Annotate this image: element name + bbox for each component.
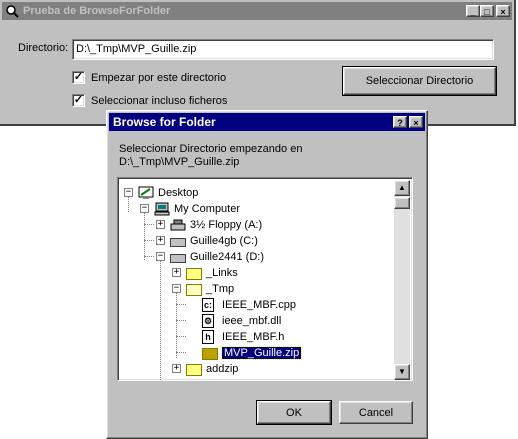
tree-scrollbar[interactable]: ▲ ▼ [394,180,410,380]
drive-icon [170,234,186,248]
maximize-button[interactable]: □ [480,5,494,17]
folder-tree[interactable]: − − + + − + − + + Desktop My Computer 3½… [117,177,413,381]
main-window: Prueba de BrowseForFolder _ □ × Director… [0,0,516,126]
folder-icon [186,266,202,280]
main-titlebar[interactable]: Prueba de BrowseForFolder _ □ × [2,2,512,20]
select-directory-button[interactable]: Seleccionar Directorio [342,66,497,96]
expander[interactable]: − [124,188,133,197]
directory-input[interactable]: D:\_Tmp\MVP_Guille.zip [72,39,494,60]
zip-file-icon [202,346,218,360]
close-button[interactable]: × [496,5,510,17]
open-folder-icon [186,282,202,296]
description-line-1: Seleccionar Directorio empezando en [119,143,303,155]
tree-item-drive-d[interactable]: Guille2441 (D:) [170,249,264,265]
expander[interactable]: + [156,236,165,245]
dialog-close-button[interactable]: × [409,116,423,128]
expander[interactable]: − [140,204,149,213]
tree-item-drive-c[interactable]: Guille4gb (C:) [170,233,258,249]
floppy-icon [170,218,186,232]
expander[interactable]: + [156,220,165,229]
include-files-checkbox[interactable]: ✓ [72,94,85,107]
folder-icon [186,362,202,376]
tree-item-tmp[interactable]: _Tmp [186,281,234,297]
desktop-icon [138,186,154,200]
expander[interactable]: + [174,380,179,381]
scroll-thumb[interactable] [394,197,410,209]
tree-item-bats[interactable]: bats [186,377,227,380]
scroll-down-arrow-icon[interactable]: ▼ [394,364,410,380]
include-files-label: Seleccionar incluso ficheros [91,94,228,107]
main-window-title: Prueba de BrowseForFolder [23,5,171,17]
selected-item-label: MVP_Guille.zip [220,346,303,360]
tree-item-mvp-zip[interactable]: MVP_Guille.zip [202,345,303,361]
tree-item-ieee-dll[interactable]: ⚙ ieee_mbf.dll [202,313,281,329]
start-dir-label: Empezar por este directorio [91,71,227,84]
description-line-2: D:\_Tmp\MVP_Guille.zip [119,156,240,168]
computer-icon [154,202,170,216]
folder-icon [186,378,202,380]
tree-item-desktop[interactable]: Desktop [138,185,198,201]
tree-item-addzip[interactable]: addzip [186,361,238,377]
help-button[interactable]: ? [393,116,407,128]
tree-item-ieee-h[interactable]: h IEEE_MBF.h [202,329,284,345]
browse-dialog: Browse for Folder ? × Seleccionar Direct… [106,110,428,439]
directory-label: Directorio: [18,42,69,54]
start-dir-checkbox-row[interactable]: ✓ Empezar por este directorio [72,71,226,84]
dialog-title: Browse for Folder [113,115,216,129]
cpp-file-icon: c: [202,298,214,312]
scroll-up-arrow-icon[interactable]: ▲ [394,180,410,196]
dialog-description: Seleccionar Directorio empezando en D:\_… [119,143,409,169]
include-files-checkbox-row[interactable]: ✓ Seleccionar incluso ficheros [72,94,227,107]
tree-item-ieee-cpp[interactable]: c: IEEE_MBF.cpp [202,297,296,313]
cancel-button[interactable]: Cancel [339,401,413,424]
tree-item-my-computer[interactable]: My Computer [154,201,240,217]
magnifier-app-icon [5,4,19,18]
ok-button[interactable]: OK [256,400,332,425]
minimize-button[interactable]: _ [466,5,480,17]
expander[interactable]: + [172,268,181,277]
tree-item-links[interactable]: _Links [186,265,238,281]
dialog-titlebar[interactable]: Browse for Folder ? × [109,113,425,131]
expander[interactable]: + [172,364,181,373]
start-dir-checkbox[interactable]: ✓ [72,71,85,84]
h-file-icon: h [202,330,218,344]
expander[interactable]: − [156,252,165,261]
dll-file-icon: ⚙ [202,314,214,328]
drive-icon [170,250,186,264]
expander[interactable]: − [172,284,181,293]
tree-item-floppy[interactable]: 3½ Floppy (A:) [170,217,262,233]
